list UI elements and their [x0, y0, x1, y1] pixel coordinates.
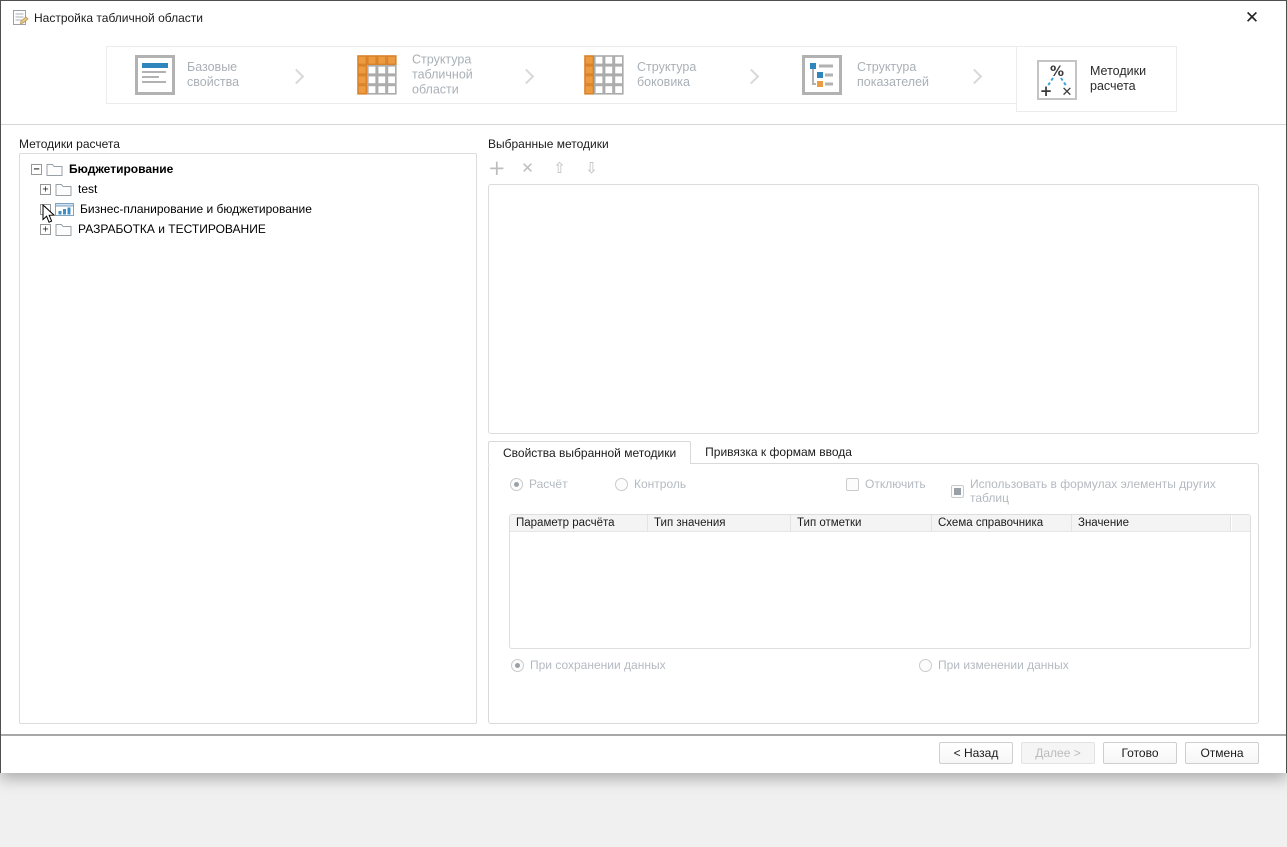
on-save-radio[interactable]: При сохранении данных [511, 658, 666, 672]
tab-method-properties[interactable]: Свойства выбранной методики [488, 441, 692, 464]
svg-text:+: + [1040, 82, 1053, 100]
use-formulas-checkbox[interactable]: Использовать в формулах элементы других … [951, 477, 1258, 505]
table-area-icon [357, 55, 397, 95]
move-up-icon[interactable]: ⇧ [552, 158, 567, 178]
title-bar: Настройка табличной области ✕ [1, 1, 1286, 34]
checkbox-checked-icon [951, 484, 964, 498]
base-properties-icon [135, 55, 175, 95]
tree-item-business-planning[interactable]: + Бизнес-планирование и бюджетирование [20, 199, 476, 219]
calc-methods-icon: % + ✕ [1037, 60, 1077, 100]
calc-radio-label: Расчёт [529, 477, 568, 491]
wizard-steps-bar: Базовые свойства Структура табличной обл… [106, 46, 1177, 112]
calc-params-header: Параметр расчёта Тип значения Тип отметк… [510, 515, 1250, 532]
expand-icon[interactable]: + [40, 183, 51, 195]
back-button[interactable]: < Назад [939, 742, 1013, 764]
step-sidebar-structure[interactable]: Структура боковика [637, 60, 709, 90]
step-calc-methods-box: % + ✕ Методики расчета [1016, 46, 1177, 112]
selected-methods-toolbar: + ✕ ⇧ ⇩ [488, 158, 599, 179]
tree-item-label: Бюджетирование [69, 162, 174, 176]
control-radio[interactable]: Контроль [615, 477, 686, 491]
step-calc-methods[interactable]: Методики расчета [1090, 64, 1158, 94]
checkbox-icon [846, 477, 859, 491]
next-button[interactable]: Далее > [1021, 742, 1095, 764]
on-save-radio-label: При сохранении данных [530, 658, 666, 672]
chart-icon [55, 202, 74, 216]
tab-input-forms-binding[interactable]: Привязка к формам ввода [691, 441, 866, 464]
chevron-right-icon [743, 68, 760, 85]
column-header-value-type[interactable]: Тип значения [648, 515, 791, 531]
indicators-structure-icon [802, 55, 842, 95]
footer-bar: < Назад Далее > Готово Отмена [1, 736, 1286, 773]
radio-icon [615, 477, 628, 491]
selected-methods-list [488, 184, 1259, 434]
step-base-properties[interactable]: Базовые свойства [187, 60, 249, 90]
folder-icon [46, 163, 63, 176]
disable-checkbox-label: Отключить [865, 477, 926, 491]
tree-item-label: test [78, 182, 98, 196]
column-header-empty [1231, 515, 1250, 531]
chevron-right-icon [966, 68, 983, 85]
control-radio-label: Контроль [634, 477, 687, 491]
methods-tree: − Бюджетирование + test + [19, 153, 477, 724]
calc-radio[interactable]: Расчёт [510, 477, 568, 491]
column-header-param[interactable]: Параметр расчёта [510, 515, 648, 531]
tree-item-test[interactable]: + test [20, 179, 476, 199]
window-title: Настройка табличной области [34, 11, 203, 25]
column-header-mark-type[interactable]: Тип отметки [791, 515, 932, 531]
radio-icon [511, 658, 524, 672]
calc-params-table: Параметр расчёта Тип значения Тип отметк… [509, 514, 1251, 649]
left-panel-title: Методики расчета [19, 137, 120, 151]
cancel-button[interactable]: Отмена [1185, 742, 1259, 764]
svg-text:✕: ✕ [1062, 85, 1073, 100]
chevron-right-icon [288, 68, 305, 85]
mouse-cursor [42, 204, 56, 223]
tree-item-development-testing[interactable]: + РАЗРАБОТКА и ТЕСТИРОВАНИЕ [20, 219, 476, 239]
add-icon[interactable]: + [488, 158, 506, 179]
tab-strip: Свойства выбранной методики Привязка к ф… [488, 441, 866, 464]
right-panel-title: Выбранные методики [488, 137, 609, 151]
expand-icon[interactable]: + [40, 223, 51, 235]
on-change-radio-label: При изменении данных [938, 658, 1069, 672]
disable-checkbox[interactable]: Отключить [846, 477, 926, 491]
folder-icon [55, 183, 72, 196]
header-separator [1, 124, 1286, 125]
use-formulas-checkbox-label: Использовать в формулах элементы других … [970, 477, 1216, 505]
remove-icon[interactable]: ✕ [520, 158, 535, 178]
radio-icon [919, 658, 932, 672]
step-indicators-structure[interactable]: Структура показателей [857, 60, 941, 90]
finish-button[interactable]: Готово [1103, 742, 1177, 764]
tree-item-label: РАЗРАБОТКА и ТЕСТИРОВАНИЕ [78, 222, 266, 236]
folder-icon [55, 223, 72, 236]
chevron-right-icon [518, 68, 535, 85]
collapse-icon[interactable]: − [31, 163, 42, 175]
column-header-dict-schema[interactable]: Схема справочника [932, 515, 1072, 531]
document-settings-icon [13, 10, 29, 25]
method-properties-panel: Расчёт Контроль Отключить Использовать в… [488, 463, 1259, 724]
close-icon[interactable]: ✕ [1242, 8, 1262, 28]
radio-icon [510, 477, 523, 491]
tree-item-budgeting[interactable]: − Бюджетирование [20, 159, 476, 179]
move-down-icon[interactable]: ⇩ [584, 158, 599, 178]
column-header-value[interactable]: Значение [1072, 515, 1231, 531]
sidebar-structure-icon [584, 55, 624, 95]
settings-dialog: Настройка табличной области ✕ Базовые св… [0, 0, 1287, 773]
on-change-radio[interactable]: При изменении данных [919, 658, 1069, 672]
tree-item-label: Бизнес-планирование и бюджетирование [80, 202, 312, 216]
step-table-structure[interactable]: Структура табличной области [412, 53, 492, 98]
